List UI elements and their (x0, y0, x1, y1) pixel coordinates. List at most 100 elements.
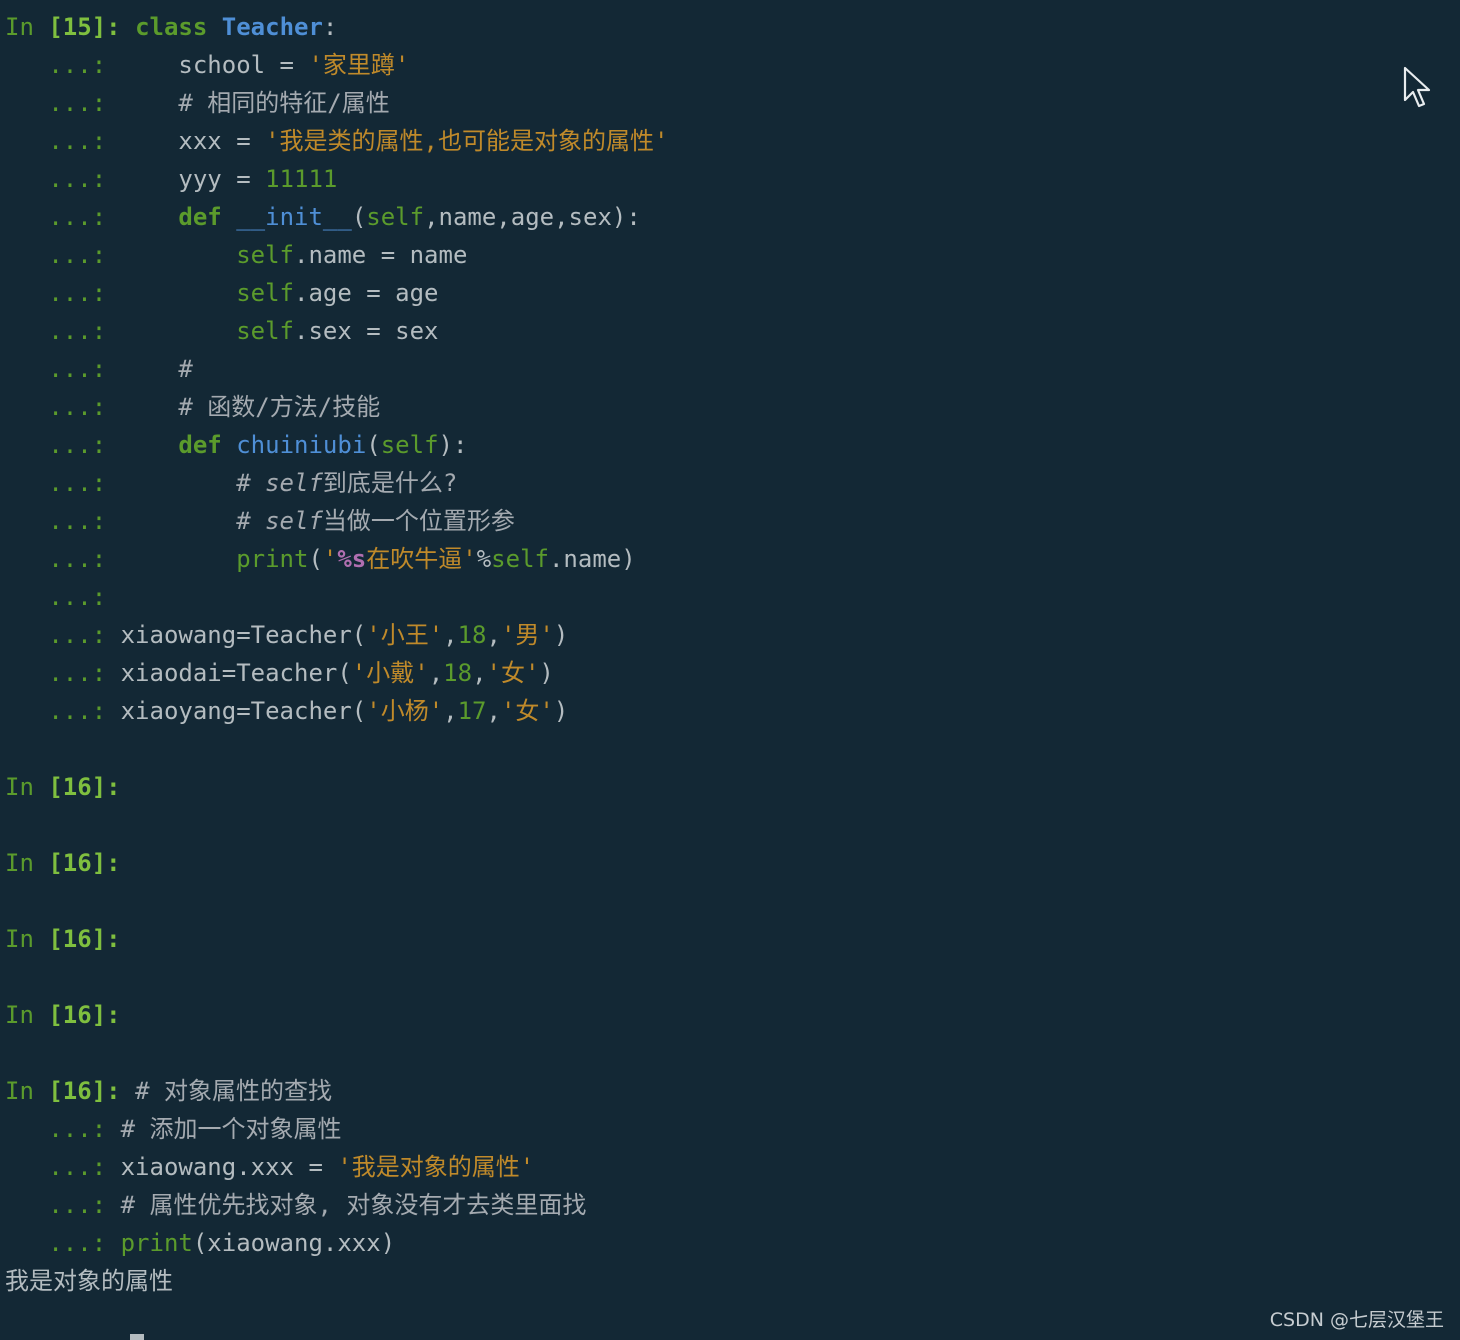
punct: , (428, 659, 444, 687)
comment-self: self (265, 507, 323, 535)
code-line: ...: xiaowang.xxx = '我是对象的属性' (5, 1148, 1460, 1186)
text-cursor (130, 1334, 144, 1340)
keyword: def (120, 431, 222, 459)
code-line: ...: self.age = age (5, 274, 1460, 312)
function-name: chuiniubi (236, 431, 367, 459)
continuation-prompt: ...: (5, 1115, 107, 1143)
prompt-in: In (5, 13, 49, 41)
punct: ( (351, 203, 367, 231)
punct: ) (553, 697, 569, 725)
prompt-number: [16]: (48, 925, 121, 953)
continuation-prompt: ...: (5, 1229, 107, 1257)
code: (xiaowang.xxx) (192, 1229, 396, 1257)
empty-prompt-line: In [16]: (5, 768, 1460, 806)
code: yyy = (120, 165, 266, 193)
comment: # 对象属性的查找 (135, 1077, 332, 1105)
code-line: ...: # (5, 350, 1460, 388)
string: ' (322, 545, 338, 573)
punct: ( (366, 431, 381, 459)
punct: ) (539, 659, 554, 687)
code-line: ...: self.sex = sex (5, 312, 1460, 350)
keyword: def (120, 203, 222, 231)
code-line: ...: def chuiniubi(self): (5, 426, 1460, 464)
self-keyword: self (366, 203, 425, 231)
comment: # 相同的特征/属性 (120, 89, 390, 117)
continuation-prompt: ...: (5, 583, 107, 611)
code-line: ...: # 属性优先找对象, 对象没有才去类里面找 (5, 1186, 1460, 1224)
string: '女' (486, 659, 540, 687)
code: .sex = sex (294, 317, 439, 345)
continuation-prompt: ...: (5, 659, 107, 687)
comment: 到底是什么? (322, 469, 458, 497)
code-line: ...: print('%s在吹牛逼'%self.name) (5, 540, 1460, 578)
continuation-prompt: ...: (5, 431, 107, 459)
prompt-in: In (5, 773, 49, 801)
continuation-prompt: ...: (5, 279, 107, 307)
code-line: ...: xiaodai=Teacher('小戴',18,'女') (5, 654, 1460, 692)
code-line: ...: self.name = name (5, 236, 1460, 274)
continuation-prompt: ...: (5, 241, 107, 269)
continuation-prompt: ...: (5, 165, 107, 193)
operator: % (476, 545, 492, 573)
punct: , (486, 697, 501, 725)
string: '小王' (366, 621, 444, 649)
punct: , (443, 621, 458, 649)
continuation-prompt: ...: (5, 507, 107, 535)
number: 11111 (265, 165, 338, 193)
code-line: ...: # 相同的特征/属性 (5, 84, 1460, 122)
punct: , (486, 621, 501, 649)
class-name: Teacher (221, 13, 323, 41)
continuation-prompt: ...: (5, 89, 107, 117)
code-line: ...: xxx = '我是类的属性,也可能是对象的属性' (5, 122, 1460, 160)
string: '我是对象的属性' (337, 1153, 535, 1181)
punct: ): (438, 431, 468, 459)
continuation-prompt: ...: (5, 1153, 107, 1181)
watermark: CSDN @七层汉堡王 (1269, 1309, 1444, 1331)
number: 18 (443, 659, 473, 687)
continuation-prompt: ...: (5, 621, 107, 649)
string: '小戴' (351, 659, 429, 687)
continuation-prompt: ...: (5, 127, 107, 155)
empty-prompt-line: In [16]: (5, 996, 1460, 1034)
ipython-terminal[interactable]: In [15]: class Teacher: ...: school = '家… (5, 8, 1460, 1340)
code-line: ...: school = '家里蹲' (5, 46, 1460, 84)
number: 17 (457, 697, 487, 725)
empty-prompt-line: In [16]: (5, 920, 1460, 958)
code: xiaoyang=Teacher( (120, 697, 367, 725)
string: '家里蹲' (308, 51, 410, 79)
code: .age = age (294, 279, 439, 307)
continuation-prompt: ...: (5, 469, 107, 497)
code-line: In [15]: class Teacher: (5, 8, 1460, 46)
comment: # 添加一个对象属性 (120, 1115, 342, 1143)
code-line: ...: xiaowang=Teacher('小王',18,'男') (5, 616, 1460, 654)
comment: 当做一个位置形参 (322, 507, 515, 535)
continuation-prompt: ...: (5, 393, 107, 421)
punct: ( (308, 545, 323, 573)
self-keyword: self (236, 279, 294, 307)
code-line: ...: print(xiaowang.xxx) (5, 1224, 1460, 1262)
mouse-pointer-icon (1403, 66, 1431, 108)
prompt-number: [16]: (48, 1001, 121, 1029)
builtin-print: print (236, 545, 309, 573)
comment: # (120, 469, 266, 497)
punct: ) (553, 621, 569, 649)
prompt-number: [16]: (48, 773, 121, 801)
self-keyword: self (491, 545, 549, 573)
string: '男' (500, 621, 554, 649)
code-line: ...: # self当做一个位置形参 (5, 502, 1460, 540)
comment: # (120, 355, 193, 383)
code: .name) (548, 545, 636, 573)
format-spec: %s (337, 545, 367, 573)
prompt-number: [16]: (48, 1077, 121, 1105)
function-name: __init__ (236, 203, 352, 231)
punct: : (322, 13, 338, 41)
comment: # 属性优先找对象, 对象没有才去类里面找 (120, 1191, 587, 1219)
continuation-prompt: ...: (5, 203, 107, 231)
keyword: class (135, 13, 208, 41)
